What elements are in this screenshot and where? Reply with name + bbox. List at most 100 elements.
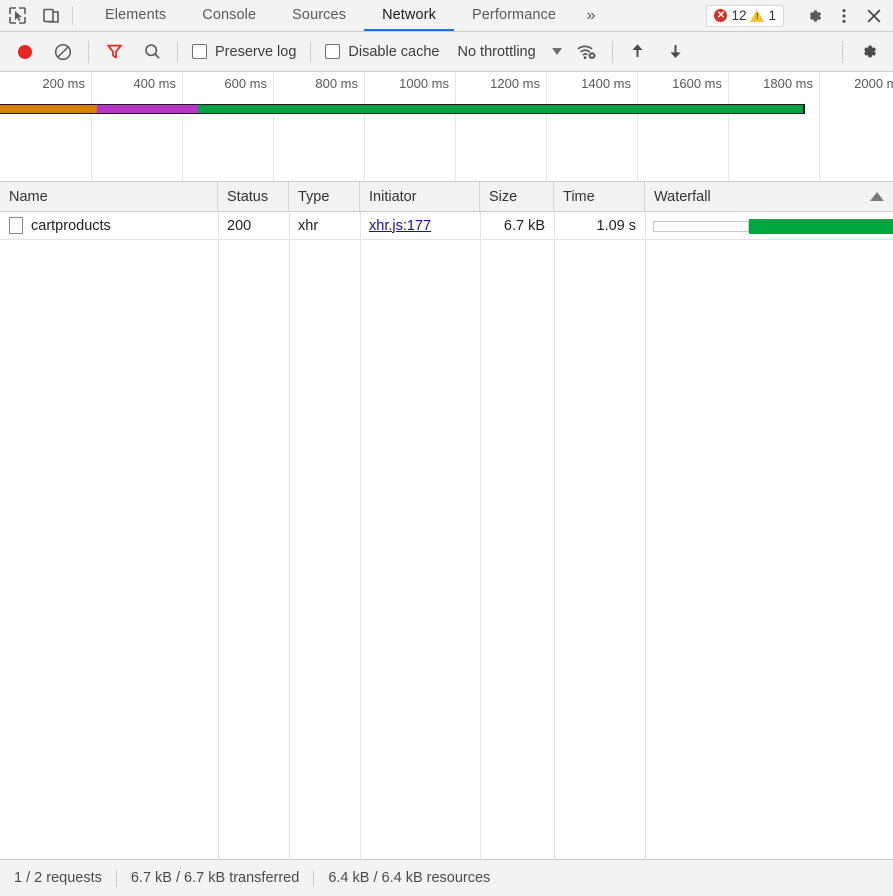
cell-waterfall — [645, 212, 893, 239]
waterfall-stalled-bar — [653, 221, 749, 232]
network-settings-gear-icon[interactable] — [849, 33, 887, 71]
requests-table: Name Status Type Initiator Size Time Waterfall… — [0, 182, 893, 859]
overview-gridline — [273, 72, 274, 181]
transferred-size: 6.7 kB / 6.7 kB transferred — [130, 870, 300, 886]
overview-tick-label: 1000 ms — [399, 76, 449, 91]
tab-network[interactable]: Network — [364, 0, 454, 31]
overview-segment-ssl — [97, 105, 198, 113]
preserve-log-checkbox[interactable]: Preserve log — [184, 44, 304, 60]
sort-ascending-icon[interactable] — [870, 192, 884, 201]
tab-network-label: Network — [382, 6, 436, 23]
initiator-link[interactable]: xhr.js:177 — [369, 218, 431, 234]
preserve-log-box[interactable] — [192, 44, 207, 59]
overview-gridlines: 200 ms 400 ms 600 ms 800 ms 1000 ms 1200 ms 14… — [0, 72, 893, 181]
overview-tick-label: 1400 ms — [581, 76, 631, 91]
column-header-label: Name — [9, 188, 48, 205]
device-toolbar-icon[interactable] — [34, 0, 68, 31]
resources-size: 6.4 kB / 6.4 kB resources — [328, 870, 491, 886]
tab-sources[interactable]: Sources — [274, 0, 364, 31]
wifi-settings-icon[interactable] — [568, 33, 606, 71]
inspect-element-icon[interactable] — [0, 0, 34, 31]
disable-cache-checkbox[interactable]: Disable cache — [317, 44, 447, 60]
more-tabs-icon[interactable]: » — [574, 0, 608, 31]
overview-gridline — [364, 72, 365, 181]
column-header-label: Waterfall — [654, 188, 711, 205]
column-header-label: Type — [298, 188, 330, 205]
table-body: cartproducts 200 xhr xhr.js:177 6.7 kB 1.09 s — [0, 212, 893, 859]
disable-cache-box[interactable] — [325, 44, 341, 59]
column-gridline — [645, 212, 646, 859]
cell-type: xhr — [298, 217, 319, 234]
overview-gridline — [91, 72, 92, 181]
column-header-size[interactable]: Size — [480, 182, 554, 211]
cell-size: 6.7 kB — [503, 217, 545, 234]
tab-elements[interactable]: Elements — [87, 0, 184, 31]
column-gridline — [218, 212, 219, 859]
record-circle-icon[interactable] — [6, 33, 44, 71]
column-header-initiator[interactable]: Initiator — [360, 182, 480, 211]
overview-tick-label: 1800 ms — [763, 76, 813, 91]
disable-cache-label: Disable cache — [348, 43, 440, 60]
overview-gridline — [455, 72, 456, 181]
overview-tick-label: 600 ms — [224, 76, 267, 91]
panel-tabs: Elements Console Sources Network Perform… — [87, 0, 574, 31]
filter-funnel-icon[interactable] — [95, 33, 133, 71]
toolbar-divider-1 — [88, 40, 89, 63]
overview-summary-bar — [0, 104, 893, 114]
throttling-select[interactable]: No throttling — [447, 44, 562, 60]
download-arrow-icon[interactable] — [657, 33, 695, 71]
tab-performance[interactable]: Performance — [454, 0, 574, 31]
toolbar-divider-2 — [177, 40, 178, 63]
overview-segment-request-response — [198, 105, 805, 113]
overview-gridline — [546, 72, 547, 181]
cell-name: cartproducts — [0, 212, 218, 239]
overview-tick-label: 1200 ms — [490, 76, 540, 91]
column-gridlines — [0, 212, 893, 859]
overview-tick-label: 1600 ms — [672, 76, 722, 91]
column-header-time[interactable]: Time — [554, 182, 645, 211]
network-overview[interactable]: 200 ms 400 ms 600 ms 800 ms 1000 ms 1200 ms 14… — [0, 72, 893, 182]
column-gridline — [360, 212, 361, 859]
tab-console[interactable]: Console — [184, 0, 274, 31]
column-header-waterfall[interactable]: Waterfall — [645, 182, 893, 211]
cell-time: 1.09 s — [596, 217, 637, 234]
toolbar-divider-5 — [842, 40, 843, 63]
kebab-menu-icon[interactable] — [829, 7, 859, 25]
search-magnifier-icon[interactable] — [133, 33, 171, 71]
overview-gridline — [182, 72, 183, 181]
tab-sources-label: Sources — [292, 6, 347, 23]
gear-icon[interactable] — [799, 6, 829, 26]
toolbar-divider-3 — [310, 40, 312, 63]
column-header-label: Size — [489, 188, 518, 205]
column-header-status[interactable]: Status — [218, 182, 289, 211]
upload-arrow-icon[interactable] — [619, 33, 657, 71]
devtools-tabbar: Elements Console Sources Network Perform… — [0, 0, 893, 32]
column-header-label: Status — [227, 188, 269, 205]
overview-tick-label: 200 ms — [42, 76, 85, 91]
column-header-name[interactable]: Name — [0, 182, 218, 211]
issues-badge[interactable]: ✕ 12 1 — [706, 4, 784, 27]
column-header-label: Initiator — [369, 188, 417, 205]
network-summary-bar: 1 / 2 requests 6.7 kB / 6.7 kB transferr… — [0, 859, 893, 896]
warning-count: 1 — [768, 8, 776, 23]
tabbar-right-actions: ✕ 12 1 — [706, 0, 893, 31]
overview-tick-label: 400 ms — [133, 76, 176, 91]
table-row[interactable]: cartproducts 200 xhr xhr.js:177 6.7 kB 1.09 s — [0, 212, 893, 240]
overview-tick-label: 2000 ms — [854, 76, 893, 91]
column-header-type[interactable]: Type — [289, 182, 360, 211]
overview-tick-label: 800 ms — [315, 76, 358, 91]
close-icon[interactable] — [859, 7, 889, 25]
column-gridline — [289, 212, 290, 859]
network-toolbar: Preserve log Disable cache No throttling — [0, 32, 893, 72]
tabbar-divider — [72, 6, 73, 25]
cell-status: 200 — [227, 217, 252, 234]
column-gridline — [554, 212, 555, 859]
table-rows: cartproducts 200 xhr xhr.js:177 6.7 kB 1.09 s — [0, 212, 893, 240]
chevron-down-icon[interactable] — [551, 48, 562, 55]
cell-initiator[interactable]: xhr.js:177 — [360, 212, 480, 239]
request-name-label: cartproducts — [31, 217, 111, 234]
file-document-icon — [9, 217, 23, 234]
overview-segment-dns-connect — [0, 105, 97, 113]
clear-prohibited-icon[interactable] — [44, 33, 82, 71]
overview-bar-end-cap — [803, 104, 805, 114]
